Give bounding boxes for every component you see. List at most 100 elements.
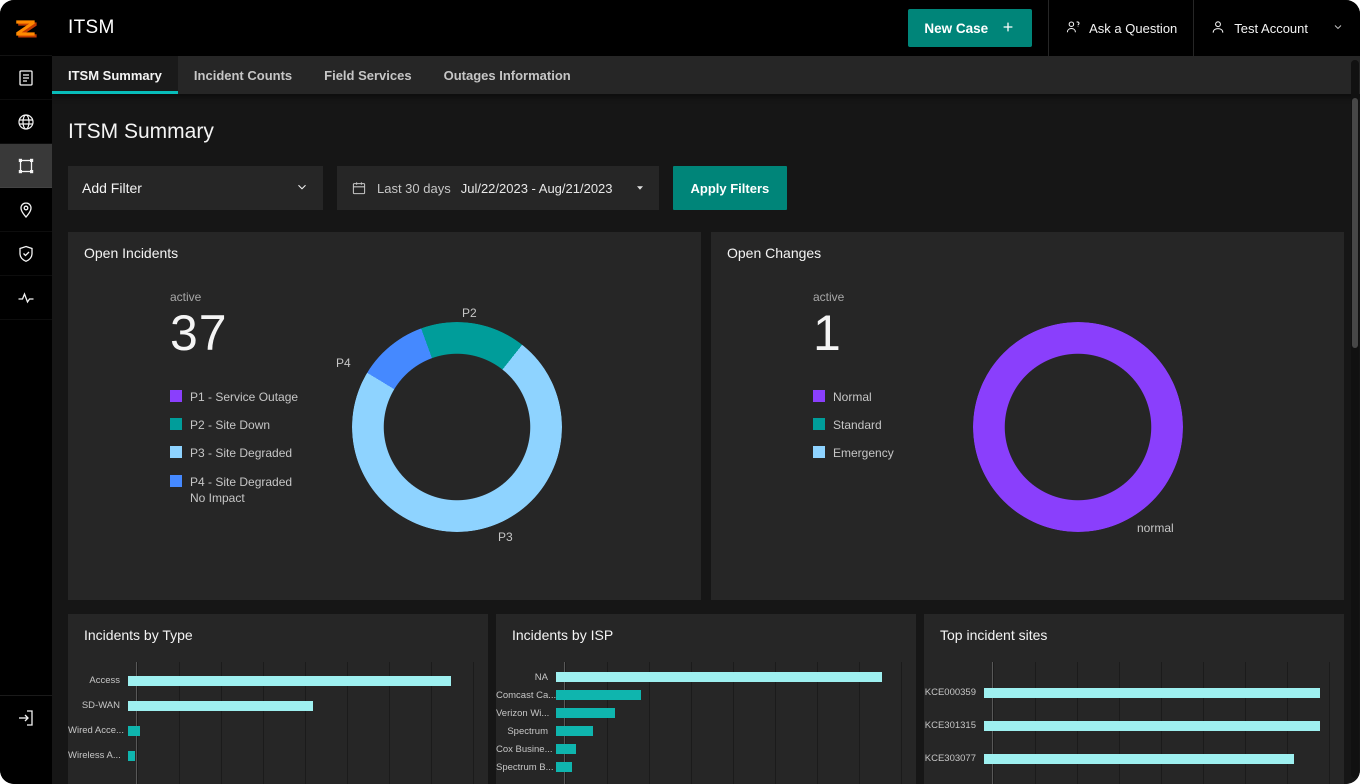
tab-incident-counts[interactable]: Incident Counts bbox=[178, 56, 308, 94]
bar-row: Comcast Ca... bbox=[496, 686, 916, 704]
category-label: KCE000359 bbox=[924, 687, 976, 698]
bar bbox=[128, 675, 451, 686]
stat-label: active bbox=[813, 290, 845, 304]
legend-label: P4 - Site Degraded No Impact bbox=[190, 474, 293, 505]
incidents-donut-legend: P1 - Service Outage P2 - Site Down P3 - Si… bbox=[170, 389, 348, 506]
legend-label: P3 - Site Degraded bbox=[190, 446, 293, 461]
ask-question-icon bbox=[1065, 19, 1081, 38]
top-incident-sites-title: Top incident sites bbox=[940, 627, 1048, 643]
category-label: Comcast Ca... bbox=[496, 689, 556, 701]
slice-label: P2 bbox=[462, 306, 477, 320]
legend-item[interactable]: P2 - Site Down bbox=[170, 417, 348, 433]
bar bbox=[556, 726, 593, 736]
locations-pin-icon bbox=[16, 200, 36, 220]
legend-swatch bbox=[170, 474, 182, 487]
bar bbox=[556, 708, 616, 718]
open-changes-body: active 1 Normal Standard Emergency normal bbox=[711, 274, 1344, 598]
legend-item[interactable]: P1 - Service Outage bbox=[170, 389, 348, 405]
bar-track bbox=[128, 700, 474, 711]
bar-track bbox=[556, 744, 902, 754]
sidebar-item-activity[interactable] bbox=[0, 276, 52, 320]
sidebar-item-assets[interactable] bbox=[0, 144, 52, 188]
changes-donut-ring bbox=[973, 322, 1183, 532]
sidebar-item-locations[interactable] bbox=[0, 188, 52, 232]
bar bbox=[984, 753, 1294, 764]
legend-label: P1 - Service Outage bbox=[190, 390, 299, 404]
open-incidents-body: active 37 P1 - Service Outage P2 - Site D… bbox=[68, 274, 701, 598]
incidents-by-isp-title: Incidents by ISP bbox=[512, 627, 614, 643]
caret-down-icon[interactable] bbox=[635, 183, 645, 193]
apply-filters-button[interactable]: Apply Filters bbox=[672, 166, 788, 210]
legend-swatch bbox=[170, 446, 182, 459]
legend-item[interactable]: Standard bbox=[813, 417, 991, 433]
bar bbox=[556, 690, 642, 700]
tab-field-services[interactable]: Field Services bbox=[308, 56, 427, 94]
chevron-down-icon bbox=[295, 180, 309, 197]
legend-item[interactable]: Emergency bbox=[813, 445, 991, 461]
legend-swatch bbox=[170, 390, 182, 402]
account-label: Test Account bbox=[1234, 20, 1308, 36]
stat-label: active bbox=[170, 290, 202, 304]
category-label: Verizon Wi... bbox=[496, 707, 550, 719]
vertical-scrollbar[interactable] bbox=[1351, 60, 1359, 778]
app-window: ITSM New Case Ask a Question Test Accoun… bbox=[0, 0, 1360, 784]
legend-swatch bbox=[170, 418, 182, 431]
incidents-by-isp-card: Incidents by ISP NA Comcast Ca... Verizon … bbox=[496, 614, 916, 784]
ask-question-button[interactable]: Ask a Question bbox=[1049, 0, 1193, 56]
legend-swatch bbox=[813, 446, 825, 459]
reports-icon bbox=[16, 68, 36, 88]
assets-icon bbox=[16, 156, 36, 176]
incidents-by-type-title: Incidents by Type bbox=[84, 627, 193, 643]
bar-row: NA bbox=[496, 668, 916, 686]
bar bbox=[128, 750, 135, 761]
page-title: ITSM Summary bbox=[68, 120, 214, 143]
chevron-down-icon[interactable] bbox=[1332, 21, 1344, 36]
bar bbox=[556, 762, 573, 772]
main-area: ITSM New Case Ask a Question Test Accoun… bbox=[52, 0, 1360, 784]
sidebar-item-network[interactable] bbox=[0, 100, 52, 144]
zayo-logo bbox=[0, 0, 52, 56]
sidebar-nav bbox=[0, 56, 52, 320]
add-filter-select[interactable]: Add Filter bbox=[68, 166, 323, 210]
category-label: KCE303077 bbox=[924, 753, 976, 764]
sidebar-item-security[interactable] bbox=[0, 232, 52, 276]
legend-item[interactable]: P3 - Site Degraded bbox=[170, 445, 348, 461]
legend-label: Emergency bbox=[833, 446, 894, 461]
app-title: ITSM bbox=[68, 17, 115, 38]
network-globe-icon bbox=[16, 112, 36, 132]
slice-label: P3 bbox=[498, 530, 513, 544]
tab-outages-information[interactable]: Outages Information bbox=[428, 56, 587, 94]
bar-row: SD-WAN bbox=[68, 693, 488, 718]
category-label: NA bbox=[534, 671, 548, 683]
legend-item[interactable]: P4 - Site Degraded No Impact bbox=[170, 474, 348, 506]
header-actions: New Case Ask a Question Test Account bbox=[908, 0, 1360, 56]
category-label: SD-WAN bbox=[81, 700, 120, 711]
bar-row: Spectrum bbox=[496, 722, 916, 740]
date-preset-label: Last 30 days bbox=[377, 180, 451, 196]
bar-track bbox=[556, 708, 902, 718]
scrollbar-thumb[interactable] bbox=[1352, 98, 1358, 348]
bar-track bbox=[984, 720, 1330, 731]
sidebar-item-reports[interactable] bbox=[0, 56, 52, 100]
security-shield-icon bbox=[16, 244, 36, 264]
bar-row: KCE303077 bbox=[924, 742, 1344, 775]
legend-swatch bbox=[813, 418, 825, 431]
tab-itsm-summary[interactable]: ITSM Summary bbox=[52, 56, 178, 94]
bar-track bbox=[128, 725, 474, 736]
new-case-button[interactable]: New Case bbox=[908, 9, 1033, 47]
legend-item[interactable]: Normal bbox=[813, 389, 991, 405]
category-label: Cox Busine... bbox=[496, 743, 553, 755]
bar bbox=[128, 700, 313, 711]
open-changes-title: Open Changes bbox=[727, 245, 822, 261]
user-icon bbox=[1210, 19, 1226, 38]
sidebar-item-logout[interactable] bbox=[0, 696, 52, 740]
bottom-cards-row: Incidents by Type Access SD-WAN Wired Acce… bbox=[68, 614, 1344, 784]
bar-row: Access bbox=[68, 668, 488, 693]
account-button[interactable]: Test Account bbox=[1194, 0, 1360, 56]
category-label: Wired Acce... bbox=[68, 725, 124, 736]
category-label: Spectrum bbox=[507, 725, 548, 737]
top-cards-row: Open Incidents active 37 P1 - Service Ou… bbox=[68, 232, 1344, 600]
date-range-control[interactable]: Last 30 days Jul/22/2023 - Aug/21/2023 bbox=[337, 166, 659, 210]
bar-track bbox=[128, 750, 474, 761]
changes-donut-legend: Normal Standard Emergency bbox=[813, 389, 991, 462]
